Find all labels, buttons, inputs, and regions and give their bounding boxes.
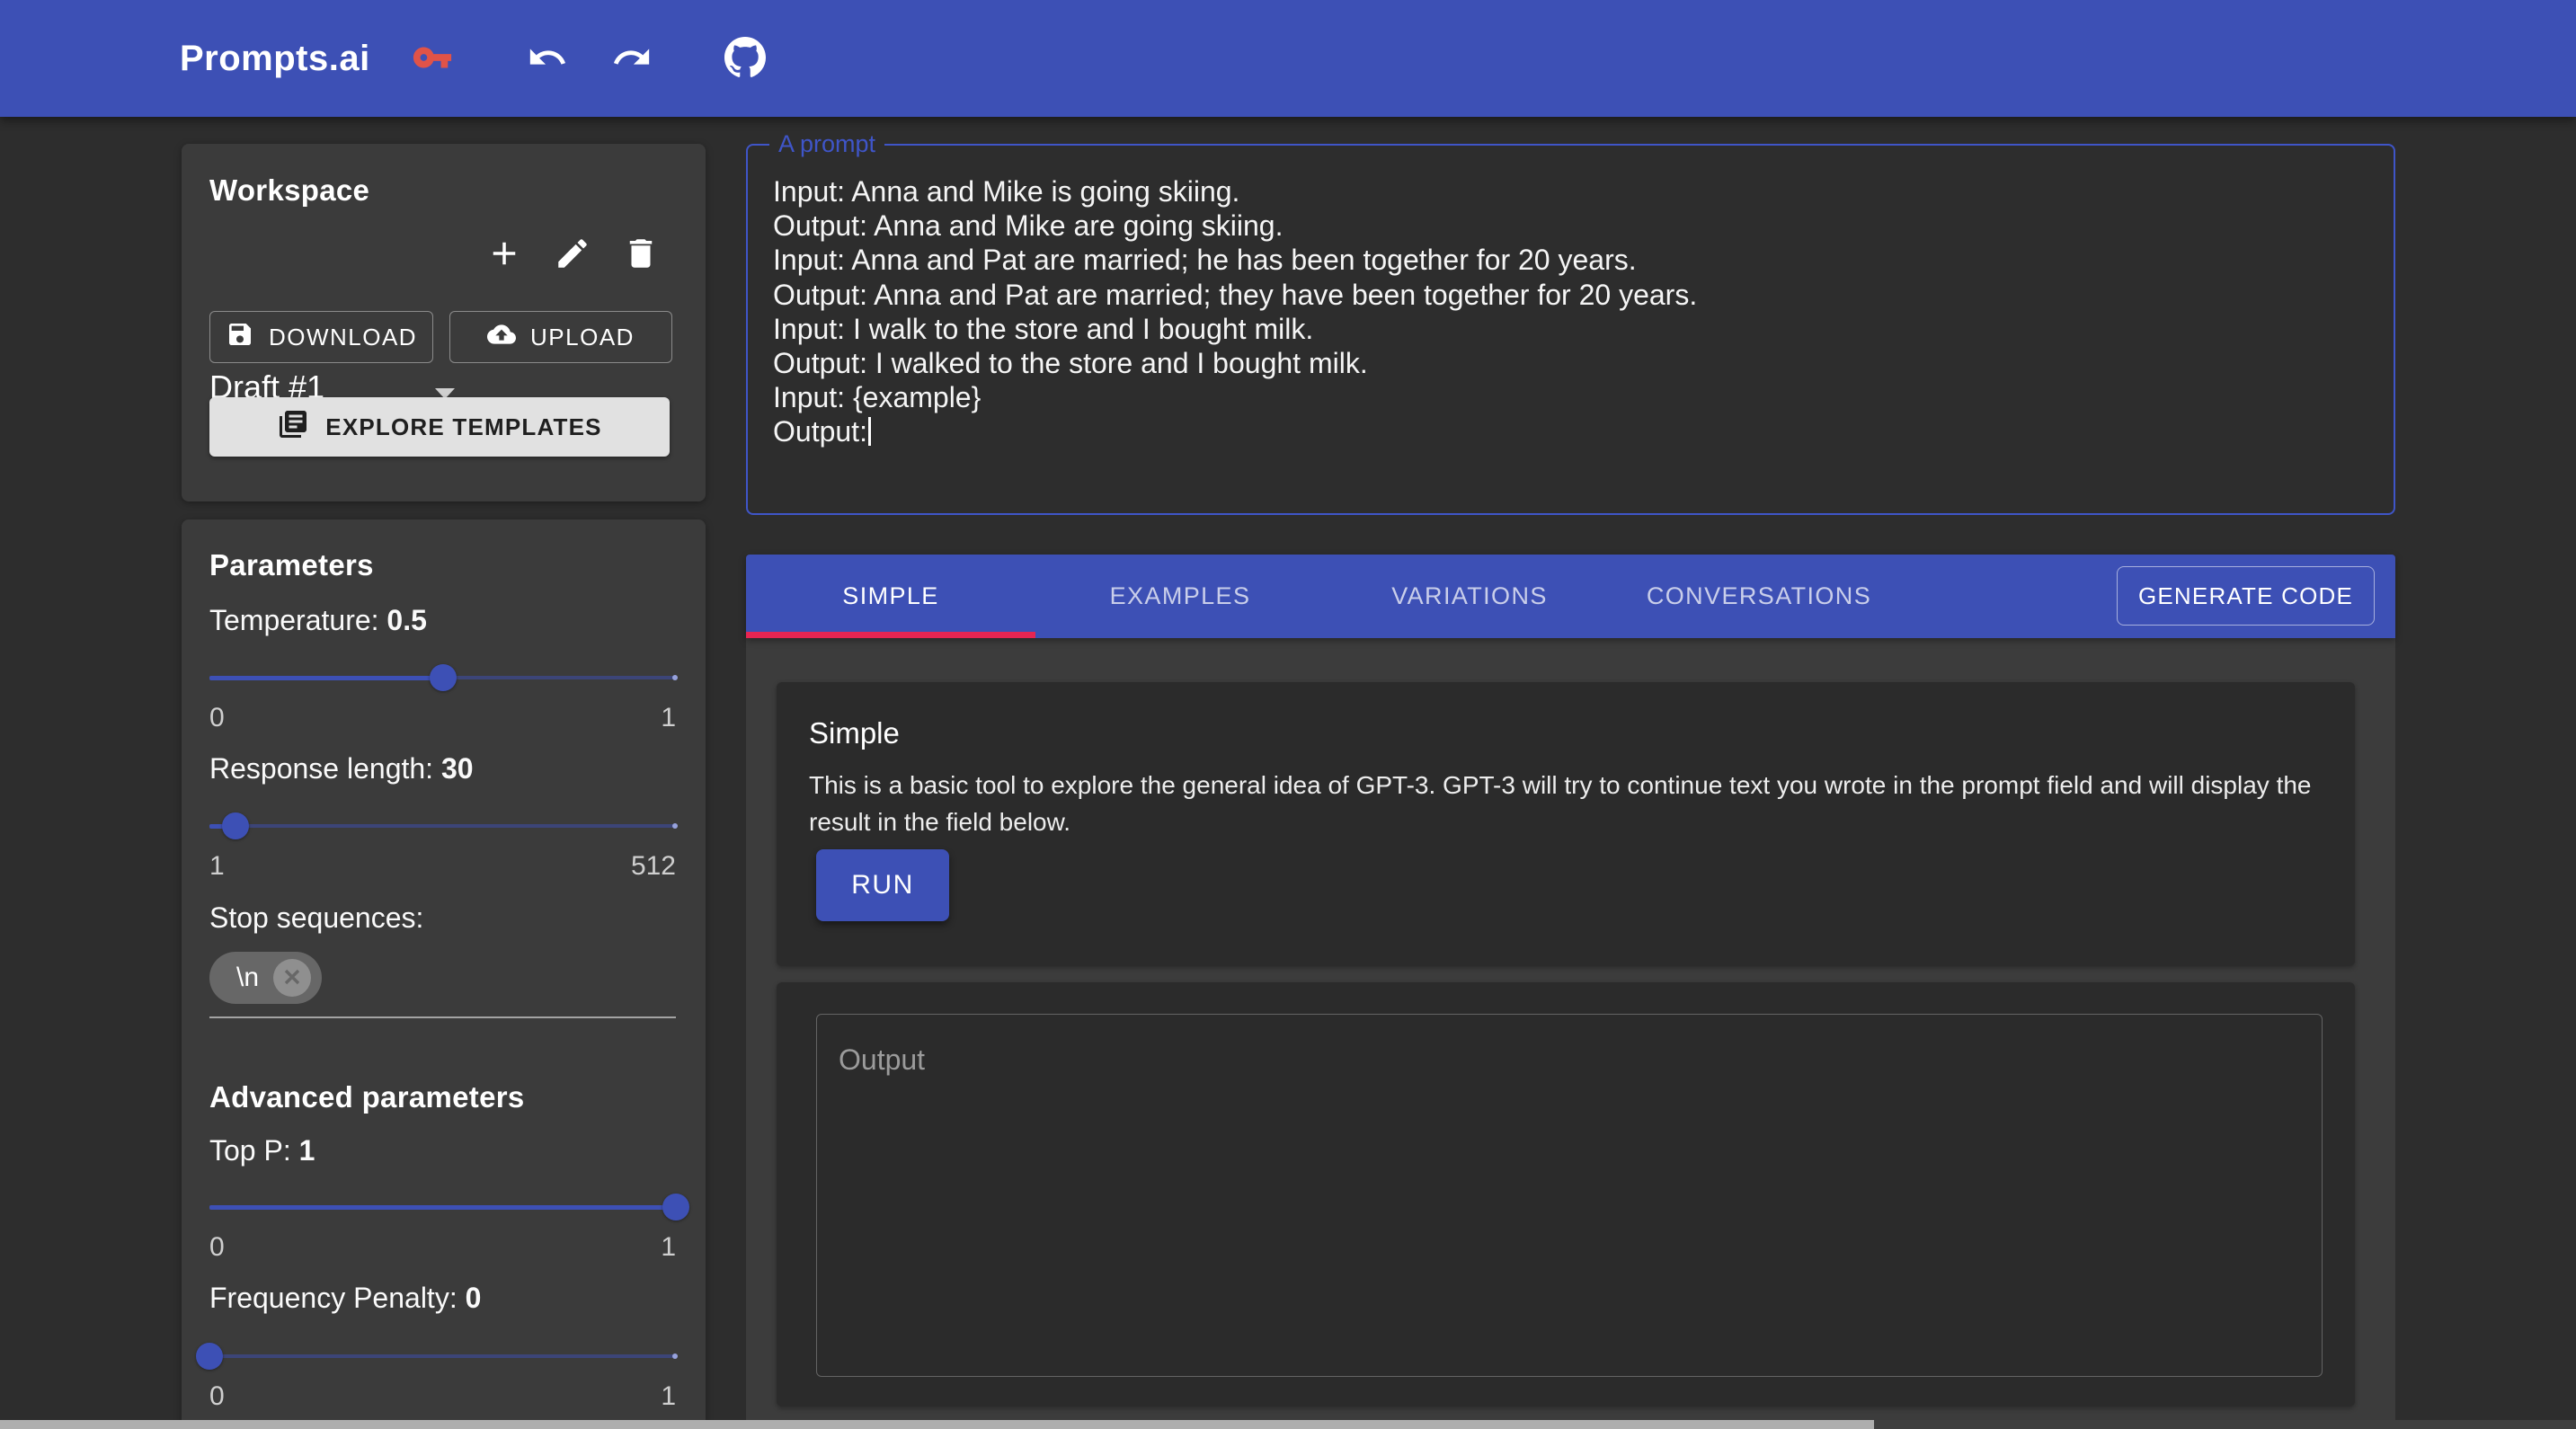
parameters-title: Parameters xyxy=(209,548,374,582)
max-mark: 512 xyxy=(631,851,676,882)
temperature-slider[interactable] xyxy=(209,665,676,690)
response-length-label: Response length: 30 xyxy=(209,752,474,786)
min-mark: 0 xyxy=(209,703,225,733)
redo-button[interactable] xyxy=(605,31,659,85)
simple-tab-panel: Simple This is a basic tool to explore t… xyxy=(746,638,2395,1429)
close-icon xyxy=(281,966,303,990)
app-title: Prompts.ai xyxy=(180,0,370,117)
min-mark: 0 xyxy=(209,1381,225,1412)
tab-conversations[interactable]: CONVERSATIONS xyxy=(1614,555,1904,638)
generate-code-button[interactable]: GENERATE CODE xyxy=(2117,566,2375,626)
temperature-value: 0.5 xyxy=(386,604,426,636)
top-p-slider-thumb[interactable] xyxy=(662,1194,689,1220)
frequency-penalty-marks: 0 1 xyxy=(209,1381,676,1412)
frequency-penalty-label: Frequency Penalty: 0 xyxy=(209,1282,481,1315)
slider-rail xyxy=(209,824,676,828)
slider-end-dot xyxy=(672,675,678,680)
chip-delete-button[interactable] xyxy=(273,959,311,997)
simple-card-description: This is a basic tool to explore the gene… xyxy=(809,767,2341,840)
min-mark: 0 xyxy=(209,1232,225,1263)
top-p-value: 1 xyxy=(299,1134,315,1167)
explore-templates-label: EXPLORE TEMPLATES xyxy=(325,413,601,441)
github-icon xyxy=(724,37,766,81)
frequency-penalty-value: 0 xyxy=(466,1282,482,1314)
response-length-value: 30 xyxy=(441,752,474,785)
stop-sequence-chip-text: \n xyxy=(236,963,259,993)
download-button[interactable]: DOWNLOAD xyxy=(209,311,433,363)
min-mark: 1 xyxy=(209,851,225,882)
undo-button[interactable] xyxy=(520,31,574,85)
top-p-marks: 0 1 xyxy=(209,1232,676,1263)
explore-templates-button[interactable]: EXPLORE TEMPLATES xyxy=(209,397,670,457)
workspace-title: Workspace xyxy=(209,173,369,208)
slider-end-dot xyxy=(672,1354,678,1359)
temperature-marks: 0 1 xyxy=(209,703,676,733)
output-card: Output xyxy=(777,982,2355,1407)
frequency-penalty-slider[interactable] xyxy=(209,1344,676,1369)
horizontal-scrollbar xyxy=(0,1420,2576,1429)
add-draft-button[interactable] xyxy=(479,229,529,280)
temperature-slider-thumb[interactable] xyxy=(430,664,457,691)
slider-track xyxy=(209,676,443,680)
horizontal-scrollbar-thumb[interactable] xyxy=(0,1420,1874,1429)
temperature-label: Temperature: 0.5 xyxy=(209,604,427,637)
frequency-penalty-slider-thumb[interactable] xyxy=(196,1343,223,1370)
prompt-textarea[interactable]: A prompt Input: Anna and Mike is going s… xyxy=(746,144,2395,515)
max-mark: 1 xyxy=(661,1232,676,1263)
redo-icon xyxy=(611,37,653,81)
slider-rail xyxy=(209,1354,676,1358)
tab-examples[interactable]: EXAMPLES xyxy=(1035,555,1325,638)
workspace-card: Workspace Draft #1 DOWNLOAD xyxy=(182,144,706,501)
stop-sequence-chip: \n xyxy=(209,952,322,1004)
prompt-field-label: A prompt xyxy=(769,130,884,158)
max-mark: 1 xyxy=(661,1381,676,1412)
advanced-parameters-title: Advanced parameters xyxy=(209,1080,525,1114)
stop-sequences-input-underline[interactable] xyxy=(209,1016,676,1018)
simple-card-title: Simple xyxy=(809,716,900,750)
upload-button[interactable]: UPLOAD xyxy=(449,311,672,363)
undo-icon xyxy=(527,37,568,81)
slider-track xyxy=(209,1205,676,1210)
pencil-icon xyxy=(554,235,591,275)
download-label: DOWNLOAD xyxy=(269,324,417,351)
output-placeholder: Output xyxy=(839,1043,925,1077)
tab-simple[interactable]: SIMPLE xyxy=(746,555,1035,638)
response-length-marks: 1 512 xyxy=(209,851,676,882)
github-button[interactable] xyxy=(718,31,772,85)
active-tab-indicator xyxy=(746,632,1035,638)
stop-sequences-label: Stop sequences: xyxy=(209,901,423,935)
mode-tabbar: SIMPLE EXAMPLES VARIATIONS CONVERSATIONS… xyxy=(746,555,2395,638)
response-length-slider[interactable] xyxy=(209,813,676,839)
prompt-text: Input: Anna and Mike is going skiing. Ou… xyxy=(773,174,2368,449)
app-bar: Prompts.ai xyxy=(0,0,2576,117)
max-mark: 1 xyxy=(661,703,676,733)
run-button[interactable]: RUN xyxy=(816,849,949,921)
save-icon xyxy=(226,320,254,355)
plus-icon xyxy=(485,235,523,275)
simple-card: Simple This is a basic tool to explore t… xyxy=(777,682,2355,966)
parameters-card: Parameters Temperature: 0.5 0 1 Response… xyxy=(182,519,706,1429)
response-length-slider-thumb[interactable] xyxy=(222,812,249,839)
upload-label: UPLOAD xyxy=(530,324,635,351)
api-key-button[interactable] xyxy=(405,31,459,85)
tab-variations[interactable]: VARIATIONS xyxy=(1325,555,1614,638)
top-p-slider[interactable] xyxy=(209,1194,676,1220)
slider-end-dot xyxy=(672,823,678,829)
app-root: Prompts.ai Workspace Draft #1 xyxy=(0,0,2576,1429)
cloud-upload-icon xyxy=(487,320,516,355)
text-cursor xyxy=(868,417,871,446)
rename-draft-button[interactable] xyxy=(547,229,598,280)
top-p-label: Top P: 1 xyxy=(209,1134,315,1167)
delete-draft-button[interactable] xyxy=(616,229,666,280)
output-textarea[interactable]: Output xyxy=(816,1014,2323,1377)
library-books-icon xyxy=(277,408,309,447)
trash-icon xyxy=(622,235,660,275)
key-icon xyxy=(412,37,453,81)
